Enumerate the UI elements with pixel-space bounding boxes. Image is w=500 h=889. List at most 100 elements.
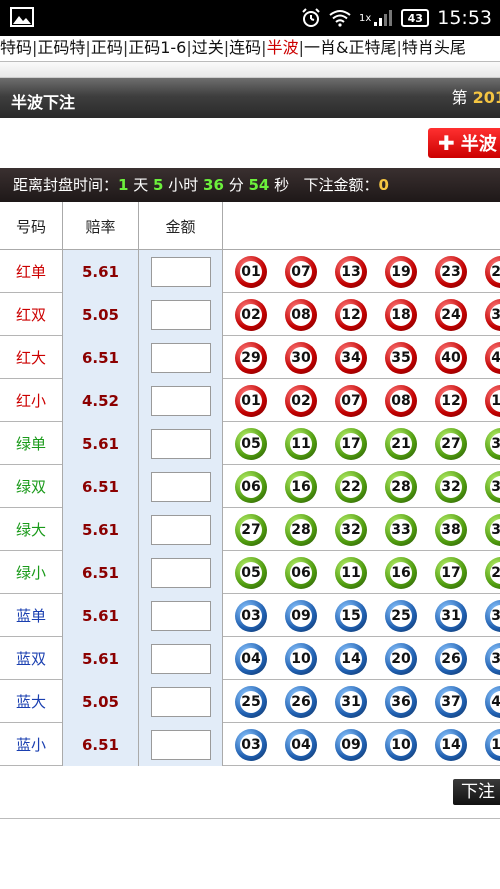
nav-item[interactable]: 过关 [192, 38, 224, 57]
ball-number: 21 [391, 436, 411, 452]
table-row: 红大6.51 29 30 34 35 40 45 [0, 336, 500, 379]
amount-input[interactable] [151, 601, 211, 631]
odds-value: 5.61 [63, 594, 139, 637]
odds-value: 5.61 [63, 422, 139, 465]
ball-number: 34 [341, 350, 361, 366]
number-ball: 11 [335, 557, 367, 589]
ball-number: 25 [241, 694, 261, 710]
minutes-unit: 分 [228, 176, 244, 194]
number-ball: 02 [235, 299, 267, 331]
ball-number: 39 [491, 522, 500, 538]
status-right: 1x 43 15:53 [301, 0, 492, 36]
nav-item[interactable]: 一肖&正特尾 [304, 38, 396, 57]
ball-number: 41 [491, 694, 500, 710]
nav-item[interactable]: 连码 [229, 38, 261, 57]
nav-item[interactable]: 半波 [267, 38, 299, 57]
wifi-icon [329, 10, 351, 27]
ball-number: 33 [391, 522, 411, 538]
nav-item[interactable]: 特码 [0, 38, 32, 57]
ball-number: 36 [491, 651, 500, 667]
header-odds: 赔率 [63, 202, 139, 250]
number-ball: 37 [485, 600, 500, 632]
ball-list: 04 10 14 20 26 36 [223, 637, 500, 680]
ball-number: 21 [491, 565, 500, 581]
amount-input[interactable] [151, 515, 211, 545]
amount-input[interactable] [151, 730, 211, 760]
number-ball: 06 [235, 471, 267, 503]
number-ball: 05 [235, 557, 267, 589]
ball-number: 16 [391, 565, 411, 581]
bet-amount-value: 0 [378, 176, 389, 194]
nav-item[interactable]: 正码特 [37, 38, 85, 57]
amount-cell [139, 250, 223, 293]
amount-cell [139, 336, 223, 379]
number-ball: 22 [335, 471, 367, 503]
number-ball: 01 [235, 256, 267, 288]
number-ball: 27 [235, 514, 267, 546]
gallery-icon [10, 7, 34, 27]
amount-input[interactable] [151, 257, 211, 287]
ball-number: 13 [341, 264, 361, 280]
amount-cell [139, 422, 223, 465]
amount-input[interactable] [151, 558, 211, 588]
ball-number: 02 [241, 307, 261, 323]
number-ball: 41 [485, 686, 500, 718]
ball-list: 29 30 34 35 40 45 [223, 336, 500, 379]
number-ball: 36 [385, 686, 417, 718]
bet-type-name: 蓝单 [0, 594, 63, 637]
ball-number: 17 [441, 565, 461, 581]
ball-number: 05 [241, 436, 261, 452]
number-ball: 16 [385, 557, 417, 589]
ball-number: 14 [441, 737, 461, 753]
nav-item[interactable]: 特肖头尾 [402, 38, 466, 57]
countdown-minutes: 36 [203, 176, 224, 194]
number-ball: 31 [335, 686, 367, 718]
amount-input[interactable] [151, 343, 211, 373]
bet-type-name: 绿单 [0, 422, 63, 465]
bet-type-name: 绿大 [0, 508, 63, 551]
nav-item[interactable]: 正码 [91, 38, 123, 57]
nav-item[interactable]: 正码1-6 [128, 38, 186, 57]
ball-number: 07 [291, 264, 311, 280]
number-ball: 21 [485, 557, 500, 589]
number-ball: 02 [285, 385, 317, 417]
section-header: 半波下注 第 201 [0, 78, 500, 118]
ball-number: 38 [491, 479, 500, 495]
period-label: 第 201 [451, 84, 500, 108]
amount-cell [139, 379, 223, 422]
amount-input[interactable] [151, 386, 211, 416]
bet-type-name: 红大 [0, 336, 63, 379]
odds-value: 6.51 [63, 723, 139, 766]
ball-number: 32 [341, 522, 361, 538]
amount-input[interactable] [151, 644, 211, 674]
ball-number: 27 [441, 436, 461, 452]
amount-cell [139, 508, 223, 551]
bet-type-name: 蓝大 [0, 680, 63, 723]
number-ball: 31 [435, 600, 467, 632]
half-wave-button[interactable]: ✚ 半波 [428, 128, 500, 158]
ball-number: 02 [291, 393, 311, 409]
amount-input[interactable] [151, 472, 211, 502]
table-row: 红双5.05 02 08 12 18 24 30 [0, 293, 500, 336]
odds-value: 5.61 [63, 250, 139, 293]
number-ball: 39 [485, 514, 500, 546]
ball-number: 10 [391, 737, 411, 753]
number-ball: 10 [285, 643, 317, 675]
ball-number: 40 [441, 350, 461, 366]
amount-cell [139, 594, 223, 637]
amount-input[interactable] [151, 300, 211, 330]
number-ball: 36 [485, 643, 500, 675]
ball-list: 06 16 22 28 32 38 [223, 465, 500, 508]
number-ball: 14 [435, 729, 467, 761]
submit-bet-button[interactable]: 下注 [453, 779, 500, 805]
bet-type-name: 蓝小 [0, 723, 63, 766]
amount-input[interactable] [151, 429, 211, 459]
number-ball: 34 [335, 342, 367, 374]
ball-number: 29 [241, 350, 261, 366]
ball-number: 16 [291, 479, 311, 495]
ball-number: 14 [341, 651, 361, 667]
amount-input[interactable] [151, 687, 211, 717]
ball-list: 01 02 07 08 12 13 [223, 379, 500, 422]
countdown-seconds: 54 [248, 176, 270, 194]
hours-unit: 小时 [168, 176, 199, 194]
